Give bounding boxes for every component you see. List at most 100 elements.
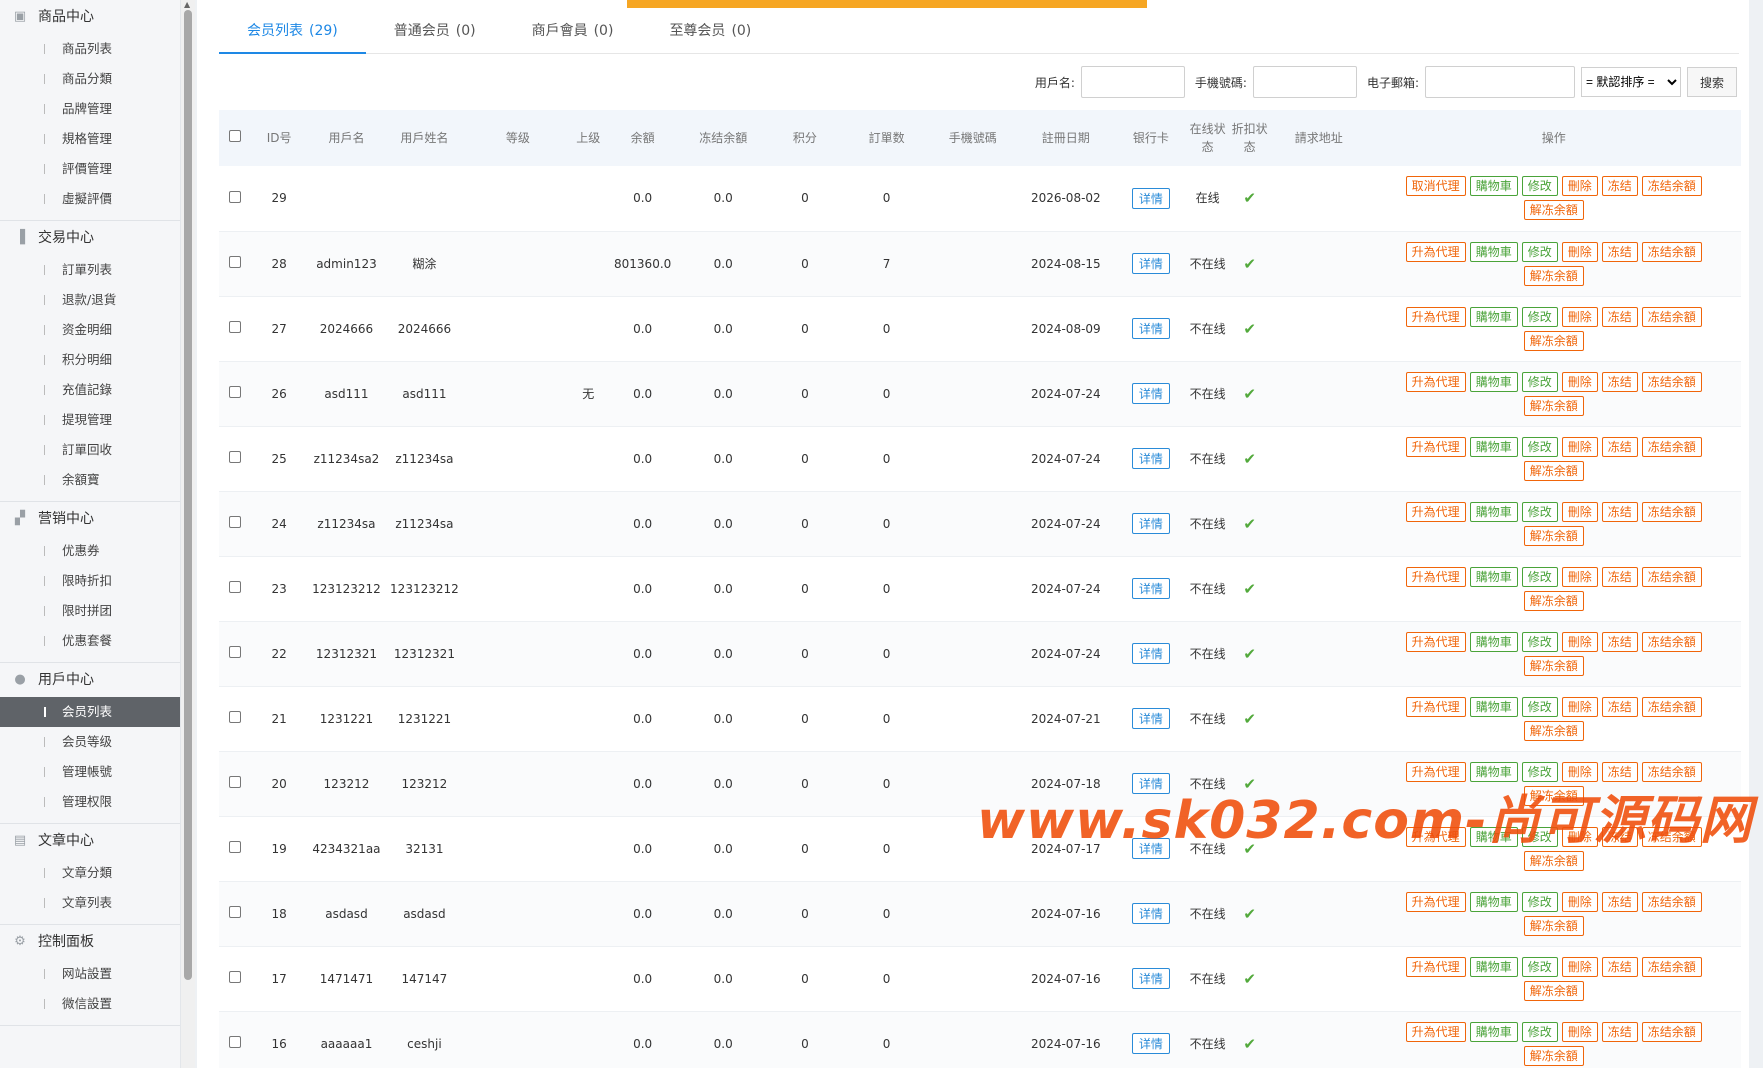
unfreeze-balance-button[interactable]: 解冻余額	[1523, 720, 1584, 741]
freeze-balance-button[interactable]: 冻结余額	[1641, 1021, 1702, 1042]
delete-button[interactable]: 刪除	[1561, 436, 1598, 457]
phone-input[interactable]	[1252, 66, 1357, 98]
sidebar-item[interactable]: 网站設置	[0, 959, 180, 989]
agent-toggle-button[interactable]: 升為代理	[1405, 566, 1466, 587]
edit-button[interactable]: 修改	[1521, 436, 1558, 457]
sidebar-item[interactable]: 会员列表	[0, 697, 180, 727]
row-checkbox[interactable]	[228, 841, 241, 853]
unfreeze-balance-button[interactable]: 解冻余額	[1523, 525, 1584, 546]
unfreeze-balance-button[interactable]: 解冻余額	[1523, 915, 1584, 936]
sidebar-section-header[interactable]: ● 用戶中心	[0, 663, 180, 697]
agent-toggle-button[interactable]: 升為代理	[1405, 501, 1466, 522]
detail-button[interactable]: 详情	[1131, 383, 1170, 404]
cart-button[interactable]: 購物車	[1469, 501, 1518, 522]
unfreeze-balance-button[interactable]: 解冻余額	[1523, 265, 1584, 286]
unfreeze-balance-button[interactable]: 解冻余額	[1523, 200, 1584, 221]
delete-button[interactable]: 刪除	[1561, 956, 1598, 977]
delete-button[interactable]: 刪除	[1561, 241, 1598, 262]
freeze-balance-button[interactable]: 冻结余額	[1641, 241, 1702, 262]
detail-button[interactable]: 详情	[1131, 643, 1170, 664]
tab-3[interactable]: 至尊会员 (0)	[641, 14, 779, 54]
detail-button[interactable]: 详情	[1131, 903, 1170, 924]
sidebar-item[interactable]: 优惠套餐	[0, 626, 180, 656]
row-checkbox[interactable]	[228, 256, 241, 268]
delete-button[interactable]: 刪除	[1561, 176, 1598, 197]
sidebar-scrollbar[interactable]: ▲	[181, 0, 195, 1068]
unfreeze-balance-button[interactable]: 解冻余額	[1523, 330, 1584, 351]
sidebar-section-header[interactable]: ▐ 交易中心	[0, 221, 180, 255]
unfreeze-balance-button[interactable]: 解冻余額	[1523, 980, 1584, 1001]
sidebar-item[interactable]: 商品列表	[0, 34, 180, 64]
freeze-button[interactable]: 冻结	[1601, 956, 1638, 977]
edit-button[interactable]: 修改	[1521, 631, 1558, 652]
unfreeze-balance-button[interactable]: 解冻余額	[1523, 590, 1584, 611]
freeze-button[interactable]: 冻结	[1601, 631, 1638, 652]
sidebar-item[interactable]: 訂單列表	[0, 255, 180, 285]
freeze-button[interactable]: 冻结	[1601, 891, 1638, 912]
sidebar-item[interactable]: 充值記錄	[0, 375, 180, 405]
sidebar-section-header[interactable]: ▣ 商品中心	[0, 0, 180, 34]
row-checkbox[interactable]	[228, 776, 241, 788]
detail-button[interactable]: 详情	[1131, 253, 1170, 274]
freeze-button[interactable]: 冻结	[1601, 1021, 1638, 1042]
cart-button[interactable]: 購物車	[1469, 956, 1518, 977]
sidebar-item[interactable]: 微信設置	[0, 989, 180, 1019]
sidebar-item[interactable]: 优惠券	[0, 536, 180, 566]
sidebar-item[interactable]: 余額寶	[0, 465, 180, 495]
sidebar-item[interactable]: 资金明细	[0, 315, 180, 345]
cart-button[interactable]: 購物車	[1469, 1021, 1518, 1042]
edit-button[interactable]: 修改	[1521, 566, 1558, 587]
sidebar-item[interactable]: 会员等级	[0, 727, 180, 757]
sidebar-item[interactable]: 积分明细	[0, 345, 180, 375]
row-checkbox[interactable]	[228, 581, 241, 593]
sidebar-item[interactable]: 管理权限	[0, 787, 180, 817]
unfreeze-balance-button[interactable]: 解冻余額	[1523, 395, 1584, 416]
freeze-balance-button[interactable]: 冻结余額	[1641, 631, 1702, 652]
cart-button[interactable]: 購物車	[1469, 631, 1518, 652]
freeze-button[interactable]: 冻结	[1601, 436, 1638, 457]
row-checkbox[interactable]	[228, 516, 241, 528]
detail-button[interactable]: 详情	[1131, 513, 1170, 534]
unfreeze-balance-button[interactable]: 解冻余額	[1523, 460, 1584, 481]
detail-button[interactable]: 详情	[1131, 578, 1170, 599]
row-checkbox[interactable]	[228, 711, 241, 723]
agent-toggle-button[interactable]: 升為代理	[1405, 891, 1466, 912]
delete-button[interactable]: 刪除	[1561, 891, 1598, 912]
sidebar-section-header[interactable]: ▞ 营销中心	[0, 502, 180, 536]
agent-toggle-button[interactable]: 取消代理	[1405, 176, 1466, 197]
sidebar-item[interactable]: 商品分類	[0, 64, 180, 94]
username-input[interactable]	[1080, 66, 1185, 98]
cart-button[interactable]: 購物車	[1469, 891, 1518, 912]
agent-toggle-button[interactable]: 升為代理	[1405, 956, 1466, 977]
tab-1[interactable]: 普通会员 (0)	[366, 14, 504, 54]
freeze-balance-button[interactable]: 冻结余額	[1641, 306, 1702, 327]
sidebar-item[interactable]: 文章分類	[0, 858, 180, 888]
sidebar-section-header[interactable]: ▤ 文章中心	[0, 824, 180, 858]
freeze-balance-button[interactable]: 冻结余額	[1641, 566, 1702, 587]
sidebar-item[interactable]: 虛擬評價	[0, 184, 180, 214]
unfreeze-balance-button[interactable]: 解冻余額	[1523, 655, 1584, 676]
row-checkbox[interactable]	[228, 971, 241, 983]
search-button[interactable]: 搜索	[1687, 67, 1737, 97]
sidebar-item[interactable]: 管理帳號	[0, 757, 180, 787]
freeze-button[interactable]: 冻结	[1601, 176, 1638, 197]
agent-toggle-button[interactable]: 升為代理	[1405, 1021, 1466, 1042]
delete-button[interactable]: 刪除	[1561, 1021, 1598, 1042]
freeze-balance-button[interactable]: 冻结余額	[1641, 371, 1702, 392]
cart-button[interactable]: 購物車	[1469, 436, 1518, 457]
freeze-button[interactable]: 冻结	[1601, 306, 1638, 327]
detail-button[interactable]: 详情	[1131, 187, 1170, 209]
agent-toggle-button[interactable]: 升為代理	[1405, 696, 1466, 717]
edit-button[interactable]: 修改	[1521, 891, 1558, 912]
row-checkbox[interactable]	[228, 1036, 241, 1048]
sidebar-item[interactable]: 限时拼团	[0, 596, 180, 626]
detail-button[interactable]: 详情	[1131, 1033, 1170, 1054]
sidebar-section-header[interactable]: ⚙ 控制面板	[0, 925, 180, 959]
cart-button[interactable]: 購物車	[1469, 176, 1518, 197]
freeze-button[interactable]: 冻结	[1601, 241, 1638, 262]
sidebar-item[interactable]: 退款/退貨	[0, 285, 180, 315]
agent-toggle-button[interactable]: 升為代理	[1405, 306, 1466, 327]
tab-0[interactable]: 会员列表 (29)	[219, 14, 366, 54]
freeze-balance-button[interactable]: 冻结余額	[1641, 176, 1702, 197]
row-checkbox[interactable]	[228, 646, 241, 658]
